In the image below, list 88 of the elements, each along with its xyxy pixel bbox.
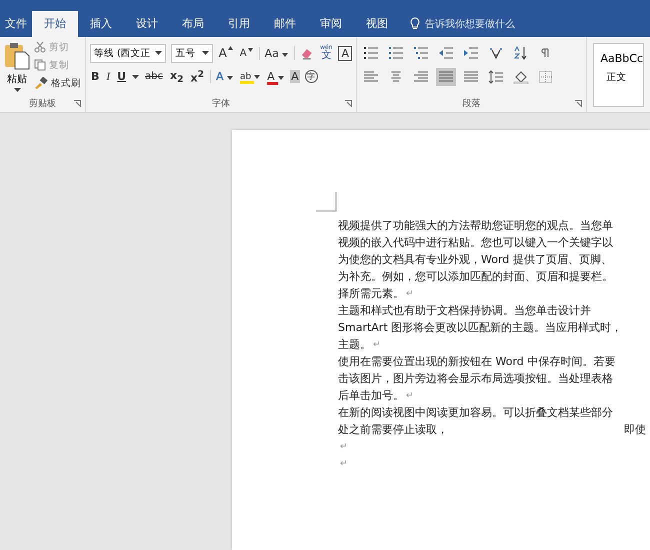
document-text: 视频提供了功能强大的方法帮助您证明您的观点。当您单 [338, 218, 613, 233]
caret-icon [14, 88, 20, 92]
shrink-font-button[interactable]: A [238, 48, 254, 59]
copy-icon [34, 59, 46, 72]
distribute-icon [463, 70, 479, 84]
document-text: 在新的阅读视图中阅读更加容易。可以折叠文档某些部分 [338, 405, 613, 420]
ribbon-tab[interactable]: 引用 [216, 11, 262, 37]
highlight-button[interactable]: ab [238, 72, 262, 82]
ribbon-tab[interactable]: 插入 [78, 11, 124, 37]
justify-button[interactable] [436, 68, 456, 86]
document-text: 后单击加号。 [338, 388, 404, 403]
document-text: 主题和样式也有助于文档保持协调。当您单击设计并 [338, 303, 591, 318]
paragraph-mark: ↵ [406, 390, 414, 400]
left-icon [363, 70, 379, 84]
spacing-button[interactable] [486, 68, 506, 86]
document-text: 处之前需要停止读取， [338, 422, 448, 437]
scissors-icon [34, 41, 46, 54]
caret-icon [282, 52, 288, 57]
font-color-button[interactable]: A [266, 70, 286, 84]
spacing-icon [488, 70, 504, 84]
borders-icon [538, 70, 554, 84]
clipboard-icon [4, 42, 30, 70]
group-label: 剪贴板 [29, 98, 56, 110]
document-text: 为补充。例如，您可以添加匹配的封面、页眉和提要栏。 [338, 269, 613, 284]
ribbon-tab[interactable]: 设计 [124, 11, 170, 37]
font-size-dropdown[interactable]: 五号 [171, 44, 213, 63]
bold-button[interactable]: B [90, 70, 100, 84]
multilevel-icon [413, 46, 429, 60]
caret-icon[interactable] [132, 74, 139, 79]
sort-icon [513, 46, 529, 60]
group-label: 段落 [462, 98, 481, 110]
document-text: 视频的嵌入代码中进行粘贴。您也可以键入一个关键字以 [338, 235, 613, 250]
outdent-icon [438, 46, 454, 60]
document-text: 为使您的文档具有专业外观，Word 提供了页眉、页脚、 [338, 252, 612, 267]
grow-font-button[interactable]: A [218, 46, 234, 60]
asian-icon [488, 46, 504, 60]
caret-icon [254, 74, 260, 79]
caret-icon [278, 76, 284, 80]
ribbon-tab[interactable]: 审阅 [308, 11, 354, 37]
caret-icon [155, 51, 162, 56]
tell-me-field[interactable]: 告诉我你想要做什么 [410, 11, 515, 37]
up-caret-icon [228, 46, 233, 50]
paragraph-mark: ↵ [340, 442, 348, 452]
group-label: 字体 [212, 98, 230, 110]
document-text: 即使 [624, 422, 646, 437]
script-button[interactable]: x$_{2}$ [168, 68, 184, 85]
text-effects-button[interactable]: A [210, 70, 234, 84]
brush-icon [34, 77, 48, 90]
caret-icon [226, 76, 233, 80]
caret-icon [202, 51, 209, 56]
eraser-icon[interactable] [294, 46, 314, 60]
caret-icon [248, 48, 253, 52]
change-case-button[interactable]: Aa [258, 46, 290, 60]
ribbon-tab[interactable]: 视图 [354, 11, 400, 37]
bullets-icon [363, 46, 379, 60]
lightbulb-icon [410, 17, 420, 30]
ribbon-tab[interactable]: 布局 [170, 11, 216, 37]
style-gallery-item[interactable]: AaBbCc 正文 [593, 42, 644, 107]
document-text: 使用在需要位置出现的新按钮在 Word 中保存时间。若要 [338, 354, 616, 369]
indent-icon [463, 46, 479, 60]
dialog-launcher-icon[interactable] [575, 100, 582, 107]
dialog-launcher-icon[interactable] [345, 100, 352, 107]
document-text: 击该图片，图片旁边将会显示布局选项按钮。当处理表格 [338, 371, 613, 386]
italic-button[interactable]: I [105, 70, 112, 83]
script-button[interactable]: x$^{2}$ [189, 68, 205, 85]
enclose-characters-button[interactable]: 字 [304, 70, 318, 84]
underline-button[interactable]: U [116, 70, 127, 84]
ribbon-tab[interactable]: 文件 [0, 11, 32, 37]
font-name-dropdown[interactable]: 等线 (西文正 [90, 44, 166, 63]
document-text: SmartArt 图形将会更改以匹配新的主题。当应用样式时， [338, 320, 622, 335]
right-icon [413, 70, 429, 84]
ribbon-tab[interactable]: 开始 [32, 11, 78, 37]
fill-icon [513, 70, 529, 84]
clipboard-button[interactable]: 格式刷 [34, 76, 81, 91]
paragraph-mark: ↵ [340, 458, 348, 468]
document-text: 主题。 [338, 337, 371, 352]
justify-icon [438, 70, 454, 84]
paragraph-mark: ↵ [406, 288, 414, 298]
numbering-icon [388, 46, 404, 60]
character-border-button[interactable]: A [338, 46, 352, 61]
dialog-launcher-icon[interactable] [74, 100, 81, 107]
paragraph-mark: ↵ [373, 340, 381, 350]
strikethrough-button[interactable]: abc [144, 71, 164, 82]
paste-button[interactable]: 粘贴 [4, 40, 30, 94]
character-shading-button[interactable]: A [290, 70, 300, 84]
ribbon-tab[interactable]: 邮件 [262, 11, 308, 37]
crop-mark-icon [316, 192, 338, 212]
document-text: 择所需元素。 [338, 286, 404, 301]
